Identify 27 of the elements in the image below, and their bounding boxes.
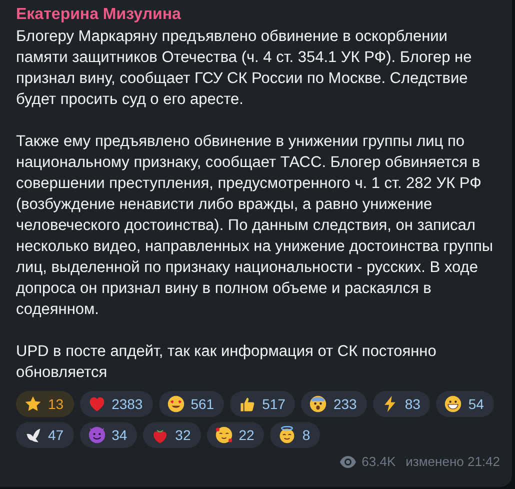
reaction-button[interactable]: 13 (16, 391, 74, 417)
eye-icon (340, 456, 356, 468)
reaction-button[interactable]: 32 (143, 422, 201, 448)
message-paragraph: Также ему предъявлено обвинение в унижении группы лиц по национальному признаку, сообщает ТАСС. Блогер обвиняется в совершении преступления, предусмотренного ч. 1 ст. 282 УК РФ (возбуждение ненависти либо вражды, а равно унижение человеческого достоинства). По данным следствия, он записал несколько видео, направленных на унижение достоинства группы лиц, выделенной по признаку национальности - русских. В ходе допроса он признал вину в полном объеме и раскаялся в содеянном. (16, 132, 494, 320)
author-name[interactable]: Екатерина Мизулина (16, 4, 504, 26)
reaction-button[interactable]: 47 (16, 422, 74, 448)
reaction-button[interactable]: 517 (230, 391, 296, 417)
halo-emoji-icon (278, 426, 296, 444)
view-count: 63.4K (362, 453, 396, 471)
reaction-button[interactable]: 34 (80, 422, 138, 448)
reaction-button[interactable]: 2383 (80, 391, 153, 417)
reaction-button[interactable]: 8 (270, 422, 320, 448)
devil-emoji-icon (88, 426, 106, 444)
message-paragraph: UPD в посте апдейт, так как информация от СК постоянно обновляется (16, 342, 438, 383)
edited-time: изменено 21:42 (406, 453, 500, 471)
reaction-button[interactable]: 54 (436, 391, 494, 417)
reaction-button[interactable]: 561 (158, 391, 224, 417)
heart-icon (88, 395, 106, 413)
reaction-button[interactable]: 22 (206, 422, 264, 448)
fearful-emoji-icon (309, 395, 328, 413)
star-icon (24, 395, 42, 413)
reaction-button[interactable]: 233 (301, 391, 367, 417)
message-paragraph: Блогеру Маркаряну предъявлено обвинение в оскорблении памяти защитников Отечества (ч. 4 ст. 354.1 УК РФ). Блогер не признал вину, сообщает ГСУ СК России по Москве. Следствие будет просить суд о его аресте. (16, 27, 473, 110)
grin-emoji-icon (444, 395, 462, 413)
heart-eyes-emoji-icon (166, 395, 185, 413)
reaction-button[interactable]: 83 (372, 391, 430, 417)
thumbs-up-icon (238, 395, 256, 413)
